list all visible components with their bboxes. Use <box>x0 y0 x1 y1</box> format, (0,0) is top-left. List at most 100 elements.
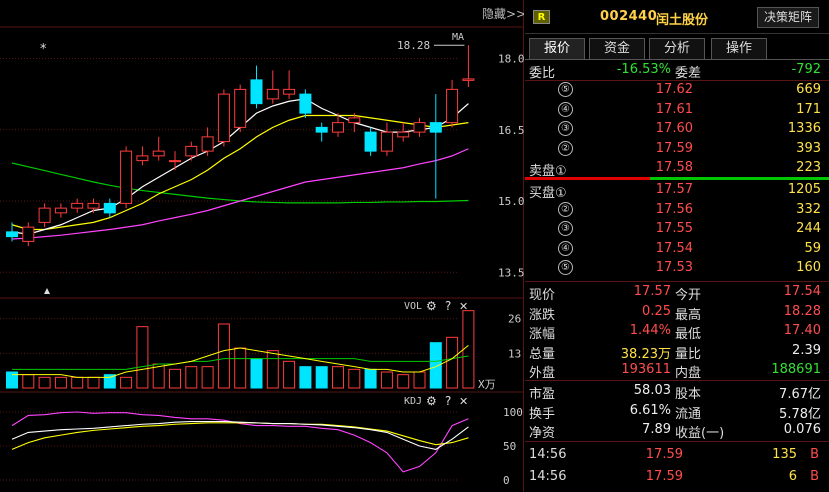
candle-body <box>54 207 67 214</box>
kdj-d-line <box>11 422 469 450</box>
quote-panel: R 002440 闰土股份 决策矩阵 报价 资金 分析 操作 委比 -16.53… <box>525 0 829 492</box>
stock-name: 闰土股份 <box>656 13 709 28</box>
volume-bar <box>397 374 410 389</box>
volume-bar <box>283 360 296 389</box>
kdj-label: KDJ <box>404 396 422 407</box>
stat-row: 涨幅 1.44% 最低 17.40 <box>525 321 829 342</box>
order-level-badge: ⑤ <box>558 260 573 275</box>
weicha-value: -792 <box>791 62 821 77</box>
ma60-line <box>11 162 469 204</box>
order-row[interactable]: ⑤ 17.62 669 <box>525 80 829 100</box>
order-level-label: 买盘① <box>529 186 567 201</box>
fundamental-row: 市盈 58.03 股本 7.67亿 <box>525 381 829 402</box>
star-marker: * <box>40 42 47 57</box>
kdj-k-line <box>11 420 469 450</box>
tick-row: 14:56 17.59 135 B <box>525 445 829 465</box>
volume-bar <box>446 336 459 389</box>
order-row[interactable]: ④ 17.61 171 <box>525 100 829 120</box>
r-badge[interactable]: R <box>533 10 550 24</box>
kdj-axis-label: 50 <box>503 440 516 453</box>
candle-body <box>120 150 133 204</box>
stat-label: 外盘 <box>529 366 556 381</box>
help-icon: ? <box>445 299 451 313</box>
volume-bar <box>71 376 84 389</box>
fundamental-row: 净资 7.89 收益(一) 0.076 <box>525 420 829 441</box>
order-row[interactable]: 卖盘① 17.58 223 <box>525 158 829 179</box>
candle-body <box>446 88 459 124</box>
candle-body <box>169 160 181 163</box>
order-row[interactable]: ③ 17.55 244 <box>525 219 829 239</box>
order-row[interactable]: 买盘① 17.57 1205 <box>525 180 829 201</box>
tick-price: 17.59 <box>645 469 683 484</box>
volume-bar <box>299 366 312 389</box>
tab-operation[interactable]: 操作 <box>711 38 767 59</box>
volume-bar <box>348 368 361 389</box>
fundamental-label: 换手 <box>529 406 556 422</box>
stat-row: 涨跌 0.25 最高 18.28 <box>525 302 829 323</box>
order-row[interactable]: ④ 17.54 59 <box>525 239 829 259</box>
stat-row: 总量 38.23万 量比 2.39 <box>525 341 829 362</box>
candle-body <box>6 231 18 238</box>
tab-quote[interactable]: 报价 <box>529 38 585 59</box>
tick-volume: 6 <box>788 469 797 484</box>
order-row[interactable]: ② 17.59 393 <box>525 139 829 159</box>
tick-direction: B <box>810 447 819 462</box>
order-level-badge: ③ <box>558 121 573 136</box>
order-price: 17.60 <box>655 121 693 136</box>
stat-label: 最低 <box>675 327 702 342</box>
order-row[interactable]: ② 17.56 332 <box>525 200 829 220</box>
volume-bar <box>364 368 377 389</box>
tab-funds[interactable]: 资金 <box>589 38 645 59</box>
order-row[interactable]: ③ 17.60 1336 <box>525 119 829 139</box>
hide-button[interactable]: 隐藏>> <box>482 7 524 21</box>
order-row[interactable]: ⑤ 17.53 160 <box>525 258 829 278</box>
candle-body <box>299 93 312 114</box>
fundamental-label: 市盈 <box>529 387 556 402</box>
low-marker-triangle <box>44 288 50 294</box>
candle-body <box>38 207 51 223</box>
order-price: 17.55 <box>655 221 693 236</box>
order-volume: 1336 <box>787 121 821 136</box>
chart-area[interactable]: 隐藏>> 18.0 16.5 15.0 13.5 MA * 18.28 VOL ⚙? ✕ 26 13 X万… <box>0 0 524 492</box>
volume-bar <box>413 371 426 389</box>
candle-body <box>250 79 263 105</box>
order-volume: 171 <box>796 101 821 117</box>
volume-bar <box>87 376 100 389</box>
volume-bar <box>54 376 67 389</box>
stat-label: 涨幅 <box>529 327 556 342</box>
decision-matrix-button[interactable]: 决策矩阵 <box>757 7 819 28</box>
stat-value: 188691 <box>771 362 821 377</box>
order-price: 17.53 <box>655 260 693 275</box>
stat-label: 今开 <box>675 288 702 303</box>
volume-bar <box>103 374 116 389</box>
candle-body <box>266 88 279 100</box>
stat-value: 2.39 <box>792 342 821 358</box>
volume-bar <box>380 371 393 389</box>
weicha-label: 委差 <box>675 66 702 81</box>
vol-axis-label: 26 <box>508 313 521 326</box>
fundamental-value: 0.076 <box>783 422 821 437</box>
candle-body <box>103 202 116 214</box>
order-price: 17.62 <box>655 82 693 97</box>
order-price: 17.61 <box>655 101 693 117</box>
candle-body <box>234 88 247 128</box>
price-axis-label: 16.5 <box>498 124 524 137</box>
weibi-value: -16.53% <box>616 62 671 77</box>
volume-bar <box>250 358 263 389</box>
candle-body <box>201 136 214 152</box>
order-price: 17.59 <box>655 140 693 156</box>
order-price: 17.58 <box>655 160 693 175</box>
stat-label: 涨跌 <box>529 307 556 323</box>
weibi-row: 委比 -16.53% 委差 -792 <box>525 60 829 81</box>
stat-label: 总量 <box>529 346 556 362</box>
stat-label: 最高 <box>675 307 702 323</box>
volume-bar <box>136 326 149 389</box>
volume-bar <box>185 366 198 389</box>
tick-volume: 135 <box>772 447 797 462</box>
kline-chart[interactable]: 隐藏>> 18.0 16.5 15.0 13.5 MA * 18.28 VOL ⚙? ✕ 26 13 X万… <box>0 0 524 492</box>
price-axis-label: 13.5 <box>498 266 524 279</box>
tab-analysis[interactable]: 分析 <box>649 38 705 59</box>
fundamental-value: 7.67亿 <box>779 387 821 402</box>
candle-body <box>152 150 165 157</box>
order-volume: 393 <box>796 140 821 156</box>
